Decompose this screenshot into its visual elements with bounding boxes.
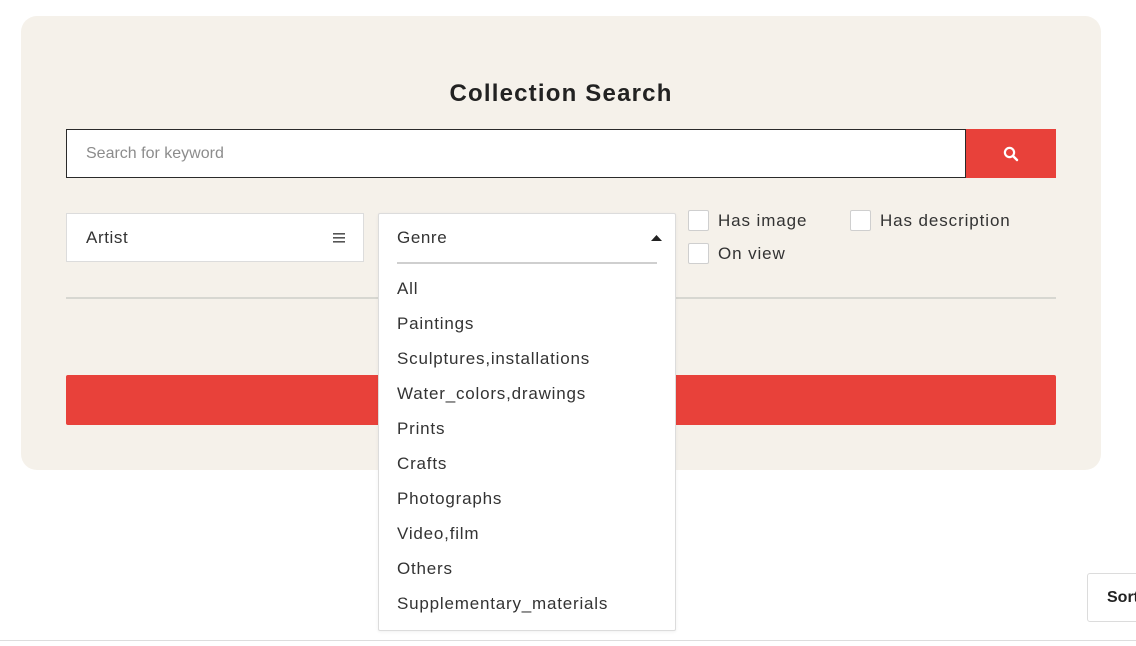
artist-select-label: Artist: [86, 228, 129, 247]
checkbox-box[interactable]: [688, 210, 709, 231]
on-view-label: On view: [718, 243, 786, 263]
genre-option-water-colors-drawings[interactable]: Water_colors,drawings: [397, 381, 608, 416]
genre-option-others[interactable]: Others: [397, 556, 608, 591]
bottom-divider: [0, 640, 1136, 641]
page-title: Collection Search: [449, 80, 673, 107]
genre-option-supplementary-materials[interactable]: Supplementary_materials: [397, 591, 608, 626]
has-description-checkbox[interactable]: Has description: [850, 210, 1011, 231]
checkbox-box[interactable]: [850, 210, 871, 231]
genre-select-label[interactable]: Genre: [397, 228, 447, 248]
genre-option-sculptures-installations[interactable]: Sculptures,installations: [397, 346, 608, 381]
has-description-label: Has description: [880, 210, 1011, 230]
has-image-label: Has image: [718, 210, 808, 230]
genre-option-photographs[interactable]: Photographs: [397, 486, 608, 521]
checkbox-box[interactable]: [688, 243, 709, 264]
genre-option-prints[interactable]: Prints: [397, 416, 608, 451]
sort-button[interactable]: Sort: [1087, 573, 1136, 622]
search-bar: [66, 129, 1056, 178]
genre-option-crafts[interactable]: Crafts: [397, 451, 608, 486]
has-image-checkbox[interactable]: Has image: [688, 210, 807, 231]
page: Collection Search Artist Has image Has d…: [0, 0, 1136, 646]
search-input[interactable]: [66, 129, 966, 178]
hamburger-icon: [333, 233, 345, 243]
search-button[interactable]: [966, 129, 1056, 178]
genre-select-dropdown[interactable]: Genre All Paintings Sculptures,installat…: [378, 213, 676, 631]
genre-options-list: All Paintings Sculptures,installations W…: [397, 276, 608, 626]
genre-select-underline: [397, 262, 657, 264]
on-view-checkbox[interactable]: On view: [688, 243, 786, 264]
search-icon: [1003, 146, 1019, 161]
genre-option-all[interactable]: All: [397, 276, 608, 311]
genre-option-video-film[interactable]: Video,film: [397, 521, 608, 556]
caret-up-icon[interactable]: [651, 235, 662, 241]
artist-select[interactable]: Artist: [66, 213, 364, 262]
genre-option-paintings[interactable]: Paintings: [397, 311, 608, 346]
